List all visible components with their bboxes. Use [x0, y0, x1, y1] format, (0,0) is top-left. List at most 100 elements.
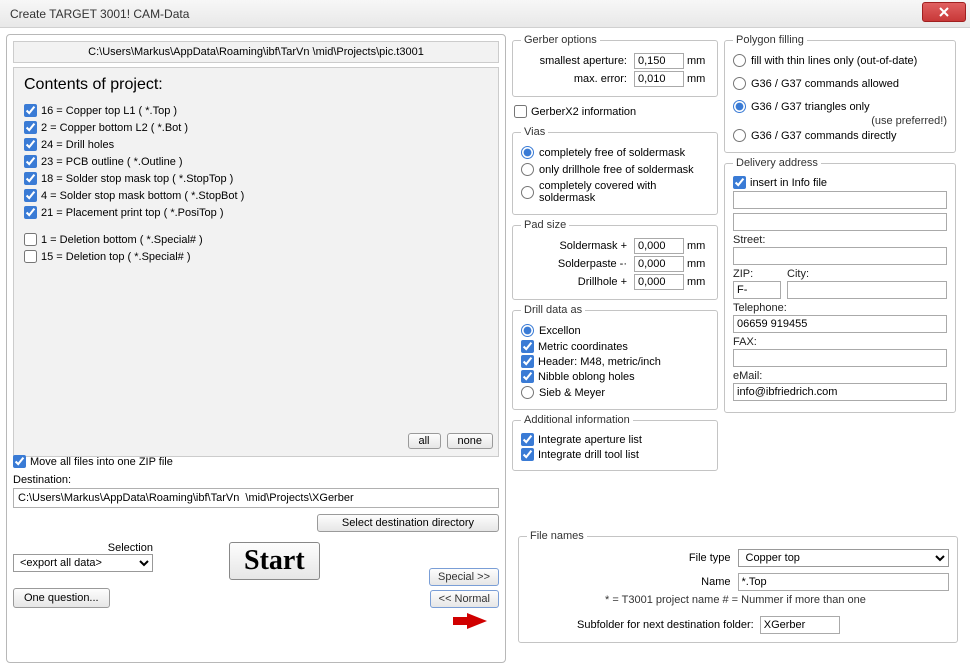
zip-label: ZIP: [733, 268, 781, 280]
layer-label: 2 = Copper bottom L2 ( *.Bot ) [41, 122, 188, 134]
gerberx2-checkbox[interactable] [514, 105, 527, 118]
telephone-label: Telephone: [733, 302, 947, 314]
select-directory-button[interactable]: Select destination directory [317, 514, 499, 532]
layer-checkbox[interactable] [24, 155, 37, 168]
file-names-group: File names File typeCopper top Name * = … [518, 530, 958, 643]
email-input[interactable] [733, 383, 947, 401]
polygon-filling-group: Polygon filling fill with thin lines onl… [724, 34, 956, 153]
vias-group: Vias completely free of soldermask only … [512, 126, 718, 215]
metric-checkbox[interactable] [521, 340, 534, 353]
layer-label: 15 = Deletion top ( *.Special# ) [41, 251, 191, 263]
max-error-label: max. error: [521, 73, 631, 85]
layer-label: 16 = Copper top L1 ( *.Top ) [41, 105, 177, 117]
gerberx2-label: GerberX2 information [531, 106, 636, 118]
addr-legend: Delivery address [733, 157, 821, 169]
layer-checkbox[interactable] [24, 206, 37, 219]
drillhole-input[interactable] [634, 274, 684, 290]
city-label: City: [787, 268, 947, 280]
fnames-legend: File names [527, 530, 587, 542]
selection-combo[interactable]: <export all data> [13, 554, 153, 572]
fax-input[interactable] [733, 349, 947, 367]
poly-opt3[interactable] [733, 100, 746, 113]
gerber-legend: Gerber options [521, 34, 600, 46]
aperture-checkbox[interactable] [521, 433, 534, 446]
subfolder-label: Subfolder for next destination folder: [577, 619, 754, 631]
name-input[interactable] [738, 573, 950, 591]
street-label: Street: [733, 234, 947, 246]
drillhole-label: Drillhole + [521, 276, 631, 288]
poly-opt4[interactable] [733, 129, 746, 142]
contents-title: Contents of project: [24, 76, 488, 94]
street-input[interactable] [733, 247, 947, 265]
left-panel: C:\Users\Markus\AppData\Roaming\ibf\TarV… [6, 34, 506, 663]
header-checkbox[interactable] [521, 355, 534, 368]
title-bar: Create TARGET 3001! CAM-Data [0, 0, 970, 28]
layer-checkbox[interactable] [24, 138, 37, 151]
destination-input[interactable] [13, 488, 499, 508]
addr-line1[interactable] [733, 191, 947, 209]
layer-label: 24 = Drill holes [41, 139, 114, 151]
vias-opt3[interactable] [521, 186, 534, 199]
solderpaste-label: Solderpaste -· [521, 258, 631, 270]
window-title: Create TARGET 3001! CAM-Data [10, 7, 189, 21]
layer-checkbox[interactable] [24, 104, 37, 117]
layer-checkbox[interactable] [24, 121, 37, 134]
sieb-radio[interactable] [521, 386, 534, 399]
delivery-address-group: Delivery address insert in Info file Str… [724, 157, 956, 413]
zip-checkbox[interactable] [13, 455, 26, 468]
smallest-aperture-input[interactable] [634, 53, 684, 69]
special-button[interactable]: Special >> [429, 568, 499, 586]
name-label: Name [527, 576, 735, 588]
telephone-input[interactable] [733, 315, 947, 333]
layer-checkbox[interactable] [24, 172, 37, 185]
drilltool-checkbox[interactable] [521, 448, 534, 461]
filetype-combo[interactable]: Copper top [738, 549, 950, 567]
layer-label: 1 = Deletion bottom ( *.Special# ) [41, 234, 203, 246]
layer-label: 23 = PCB outline ( *.Outline ) [41, 156, 183, 168]
zip-input[interactable] [733, 281, 781, 299]
poly-opt1[interactable] [733, 54, 746, 67]
addr-line2[interactable] [733, 213, 947, 231]
excellon-radio[interactable] [521, 324, 534, 337]
layer-checkbox[interactable] [24, 189, 37, 202]
vias-opt2[interactable] [521, 163, 534, 176]
city-input[interactable] [787, 281, 947, 299]
insert-info-checkbox[interactable] [733, 176, 746, 189]
close-button[interactable] [922, 2, 966, 22]
all-button[interactable]: all [408, 433, 441, 449]
unit-mm: mm [687, 73, 709, 85]
layer-label: 4 = Solder stop mask bottom ( *.StopBot … [41, 190, 244, 202]
vias-legend: Vias [521, 126, 548, 138]
layer-checkbox[interactable] [24, 250, 37, 263]
poly-opt2[interactable] [733, 77, 746, 90]
soldermask-input[interactable] [634, 238, 684, 254]
normal-button[interactable]: << Normal [430, 590, 499, 608]
vias-opt1[interactable] [521, 146, 534, 159]
additional-info-group: Additional information Integrate apertur… [512, 414, 718, 471]
drill-legend: Drill data as [521, 304, 585, 316]
layer-label: 21 = Placement print top ( *.PosiTop ) [41, 207, 224, 219]
contents-frame: Contents of project: 16 = Copper top L1 … [13, 67, 499, 457]
filetype-label: File type [527, 552, 735, 564]
addl-legend: Additional information [521, 414, 633, 426]
smallest-aperture-label: smallest aperture: [521, 55, 631, 67]
start-button[interactable]: Start [229, 542, 320, 580]
destination-label: Destination: [13, 474, 499, 486]
nibble-checkbox[interactable] [521, 370, 534, 383]
pad-legend: Pad size [521, 219, 569, 231]
soldermask-label: Soldermask + [521, 240, 631, 252]
max-error-input[interactable] [634, 71, 684, 87]
filename-hint: * = T3001 project name # = Nummer if mor… [527, 592, 949, 612]
project-path: C:\Users\Markus\AppData\Roaming\ibf\TarV… [13, 41, 499, 63]
pad-size-group: Pad size Soldermask +mm Solderpaste -·mm… [512, 219, 718, 300]
selection-label: Selection [13, 542, 153, 554]
layer-checkbox[interactable] [24, 233, 37, 246]
subfolder-input[interactable] [760, 616, 840, 634]
layer-label: 18 = Solder stop mask top ( *.StopTop ) [41, 173, 233, 185]
solderpaste-input[interactable] [634, 256, 684, 272]
one-question-button[interactable]: One question... [13, 588, 110, 608]
close-icon [939, 7, 949, 17]
unit-mm: mm [687, 55, 709, 67]
red-arrow-icon [453, 611, 487, 634]
none-button[interactable]: none [447, 433, 493, 449]
